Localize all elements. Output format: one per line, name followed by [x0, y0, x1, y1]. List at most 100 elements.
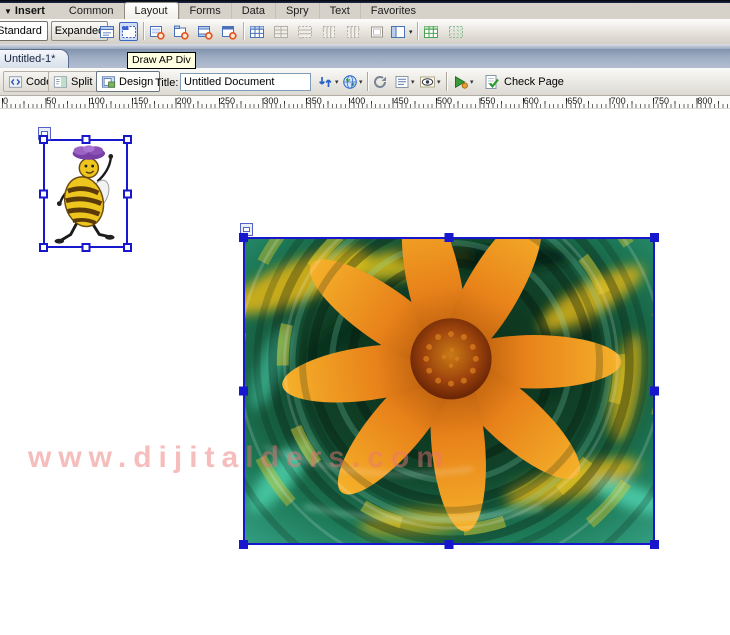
standard-mode-button[interactable]: Standard: [0, 21, 48, 41]
view-options-dropdown-icon[interactable]: ▾: [411, 78, 415, 86]
resize-handle-top-middle[interactable]: [445, 233, 454, 242]
resize-handle-top-right[interactable]: [650, 233, 659, 242]
design-view-button[interactable]: Design: [96, 71, 160, 92]
panel-collapse-caret-icon[interactable]: ▼: [4, 7, 12, 16]
ruler-label: 150: [133, 96, 148, 106]
insert-div-tag-icon[interactable]: [97, 22, 116, 41]
ruler-label: 100: [90, 96, 105, 106]
ruler-label: 50: [46, 96, 56, 106]
insert-column-left-icon[interactable]: [319, 22, 338, 41]
resize-handle-middle-right[interactable]: [123, 189, 132, 198]
resize-handle-top-middle[interactable]: [81, 135, 90, 144]
refresh-icon[interactable]: [372, 73, 389, 91]
resize-handle-bottom-right[interactable]: [123, 243, 132, 252]
design-view-canvas[interactable]: www.dijitalders.com: [0, 109, 730, 635]
resize-handle-bottom-middle[interactable]: [81, 243, 90, 252]
preview-dropdown-icon[interactable]: ▾: [359, 78, 363, 86]
insert-panel-title: Insert: [15, 5, 45, 17]
split-view-button[interactable]: Split: [48, 71, 99, 92]
spry-tabbed-panels-icon[interactable]: [171, 22, 190, 41]
insert-column-right-icon[interactable]: [343, 22, 362, 41]
resize-handle-top-left[interactable]: [39, 135, 48, 144]
file-management-dropdown-icon[interactable]: ▾: [335, 78, 339, 86]
ruler: 0 50 100 150 200 250 300 350 400 450 500 550 600 650 7…: [0, 96, 730, 109]
validate-dropdown-icon[interactable]: ▾: [470, 78, 474, 86]
ruler-label: 550: [480, 96, 495, 106]
toolbar-separator: [243, 22, 244, 40]
document-title-input[interactable]: [180, 73, 311, 91]
table-icon[interactable]: [247, 22, 266, 41]
resize-handle-top-right[interactable]: [123, 135, 132, 144]
spry-menu-bar-icon[interactable]: [147, 22, 166, 41]
file-management-icon[interactable]: ▾: [317, 73, 339, 91]
preview-in-browser-icon[interactable]: ▾: [342, 73, 363, 91]
ruler-label: 350: [307, 96, 322, 106]
ruler-label: 750: [654, 96, 669, 106]
tab-spry[interactable]: Spry: [275, 3, 319, 19]
flower-image[interactable]: [245, 239, 653, 543]
document-toolbar: Code Split Design Title: ▾ ▾ ▾: [0, 68, 730, 96]
ruler-label: 650: [567, 96, 582, 106]
tab-forms[interactable]: Forms: [179, 3, 231, 19]
draw-ap-div-tooltip: Draw AP Div: [127, 52, 196, 69]
iframe-icon[interactable]: [367, 22, 386, 41]
resize-handle-top-left[interactable]: [239, 233, 248, 242]
ruler-label: 200: [177, 96, 192, 106]
spry-collapsible-panel-icon[interactable]: [219, 22, 238, 41]
ruler-label: 400: [350, 96, 365, 106]
tab-text[interactable]: Text: [319, 3, 360, 19]
frames-dropdown-arrow-icon[interactable]: ▾: [409, 28, 413, 36]
resize-handle-bottom-right[interactable]: [650, 540, 659, 549]
resize-handle-middle-left[interactable]: [239, 387, 248, 396]
check-page-button[interactable]: Check Page: [477, 71, 571, 92]
toolbar-separator: [143, 22, 144, 40]
dreamweaver-window: ▼ Insert Common Layout Forms Data Spry T…: [0, 0, 730, 635]
toolbar-separator: [446, 72, 447, 91]
flower-ap-div[interactable]: [243, 237, 655, 545]
code-icon: [8, 75, 23, 89]
draw-ap-div-icon[interactable]: [119, 22, 138, 41]
tab-data[interactable]: Data: [231, 3, 275, 19]
frames-icon[interactable]: [388, 22, 407, 41]
check-page-icon: [484, 74, 500, 90]
design-button-label: Design: [119, 76, 153, 88]
spry-accordion-icon[interactable]: [195, 22, 214, 41]
document-tab-bar: Untitled-1*: [0, 49, 730, 68]
visual-aids-dropdown-icon[interactable]: ▾: [437, 78, 441, 86]
title-field-label: Title:: [155, 77, 178, 89]
insert-row-above-icon[interactable]: [271, 22, 290, 41]
view-options-icon[interactable]: ▾: [394, 73, 415, 91]
ruler-label: 300: [263, 96, 278, 106]
tab-favorites[interactable]: Favorites: [360, 3, 426, 19]
ruler-label: 800: [697, 96, 712, 106]
validate-markup-icon[interactable]: ▾: [452, 73, 474, 91]
visual-aids-icon[interactable]: ▾: [419, 73, 441, 91]
resize-handle-middle-left[interactable]: [39, 189, 48, 198]
insert-tabs: Common Layout Forms Data Spry Text Favor…: [59, 3, 426, 19]
toolbar-separator: [417, 22, 418, 40]
insert-row-below-icon[interactable]: [295, 22, 314, 41]
toolbar-separator: [367, 72, 368, 91]
ap-div-anchor-glyph-icon: [243, 227, 250, 232]
ruler-label: 600: [524, 96, 539, 106]
insert-panel-header: ▼ Insert Common Layout Forms Data Spry T…: [0, 3, 730, 19]
bee-image[interactable]: [45, 141, 126, 246]
resize-handle-middle-right[interactable]: [650, 387, 659, 396]
layout-insert-toolbar: Standard Expanded: [0, 19, 730, 44]
ruler-label: 250: [220, 96, 235, 106]
document-tab-untitled-1[interactable]: Untitled-1*: [0, 49, 69, 68]
design-icon: [101, 75, 116, 89]
resize-handle-bottom-left[interactable]: [39, 243, 48, 252]
tab-layout[interactable]: Layout: [124, 2, 179, 20]
expanded-table-icon[interactable]: [446, 22, 465, 41]
split-icon: [53, 75, 68, 89]
ruler-label: 500: [437, 96, 452, 106]
tab-common[interactable]: Common: [59, 3, 124, 19]
bee-ap-div[interactable]: [43, 139, 128, 248]
import-tabular-data-icon[interactable]: [421, 22, 440, 41]
ruler-label: 450: [394, 96, 409, 106]
resize-handle-bottom-middle[interactable]: [445, 540, 454, 549]
ruler-label: 0: [3, 96, 8, 106]
resize-handle-bottom-left[interactable]: [239, 540, 248, 549]
check-page-label: Check Page: [504, 76, 564, 88]
